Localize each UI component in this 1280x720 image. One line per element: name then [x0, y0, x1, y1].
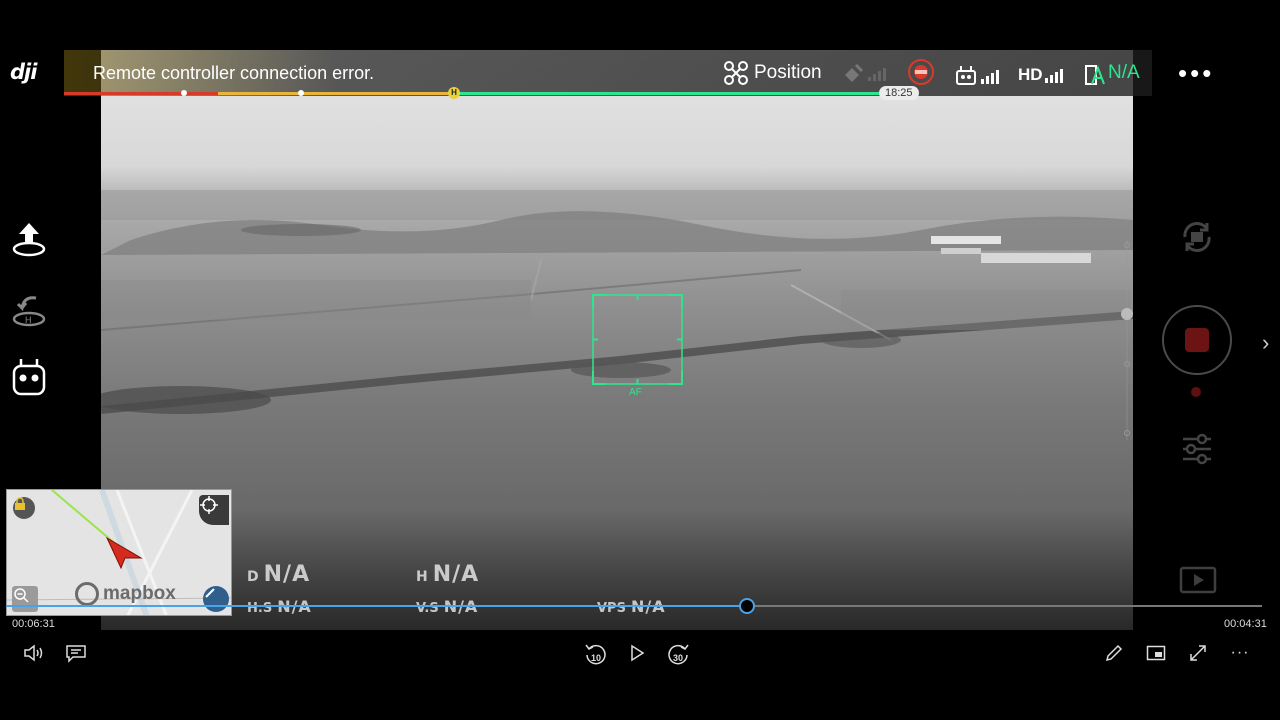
takeoff-button[interactable] [8, 218, 50, 260]
camera-settings-button[interactable] [1176, 428, 1218, 470]
mapbox-logo: mapbox [75, 582, 176, 606]
edit-button[interactable] [1102, 640, 1126, 666]
mapbox-logo-text: mapbox [103, 583, 176, 604]
map-lock-icon[interactable] [13, 497, 35, 519]
battery-critical-segment [64, 92, 218, 95]
dji-logo[interactable]: dji [10, 60, 37, 84]
distance-value: N/A [263, 562, 311, 587]
exposure-scale [1121, 240, 1133, 440]
battery-status[interactable] [1084, 62, 1106, 88]
focus-mode-label: AF [629, 387, 642, 398]
v-speed-label: V.S [416, 601, 439, 616]
current-time: 00:06:31 [12, 618, 55, 630]
hd-signal-icon: HD [1018, 65, 1043, 84]
fullscreen-button[interactable] [1186, 640, 1210, 666]
hd-signal[interactable]: HD [1018, 62, 1065, 88]
return-home-button[interactable]: H [8, 288, 50, 330]
distance-label: D [247, 569, 259, 585]
video-progress-thumb[interactable] [739, 598, 755, 614]
distance-readout: D N/A [247, 562, 310, 587]
mapbox-logo-mark [75, 582, 99, 606]
forward-seconds: 30 [673, 653, 684, 663]
gps-icon [845, 63, 886, 82]
height-label: H [416, 569, 428, 585]
map-center-icon[interactable] [199, 495, 229, 525]
play-icon [631, 644, 645, 662]
vps-label: VPS [597, 601, 626, 616]
gps-signal[interactable] [842, 60, 888, 86]
battery-percentage: N/A [1108, 62, 1140, 83]
rewind-button[interactable]: 10 [582, 640, 608, 666]
rc-signal-icon [956, 66, 999, 85]
takeoff-icon [12, 223, 46, 257]
battery-normal-segment [454, 92, 884, 95]
recording-indicator [1191, 387, 1201, 397]
rewind-seconds: 10 [591, 653, 602, 663]
system-status-message[interactable]: Remote controller connection error. [93, 63, 374, 84]
miniplayer-button[interactable] [1144, 640, 1168, 666]
focus-frame[interactable] [592, 294, 683, 385]
player-more-icon[interactable]: ··· [1228, 640, 1252, 666]
play-button[interactable] [626, 640, 648, 666]
battery-low-segment [218, 92, 454, 95]
playback-button[interactable] [1178, 565, 1218, 595]
battery-level-bar: H [64, 87, 884, 99]
chevron-right-icon[interactable]: › [1262, 330, 1269, 356]
playback-icon [1179, 566, 1217, 594]
flight-mode-label: Position [754, 62, 822, 83]
aircraft-position-icon [105, 536, 143, 570]
settings-sliders-icon [1183, 433, 1211, 465]
return-home-icon: H [12, 296, 46, 327]
height-readout: H N/A [416, 562, 479, 587]
rc-signal[interactable] [956, 62, 1002, 88]
drone-icon [724, 61, 748, 85]
svg-text:H: H [25, 315, 32, 325]
remaining-time: 00:04:31 [1224, 618, 1267, 630]
shutter-icon[interactable] [1162, 305, 1232, 375]
return-home-marker: H [448, 87, 460, 99]
controller-button[interactable] [8, 356, 50, 398]
remaining-flight-time: 18:25 [879, 86, 919, 100]
more-icon[interactable]: ••• [1178, 60, 1214, 86]
battery-critical-marker [181, 90, 187, 96]
obstacle-sensing[interactable] [906, 59, 936, 85]
forward-button[interactable]: 30 [666, 640, 692, 666]
edit-icon [1105, 644, 1123, 662]
height-value: N/A [432, 562, 480, 587]
controller-icon [12, 359, 46, 396]
hd-signal-bars [1044, 69, 1063, 83]
fullscreen-icon [1190, 645, 1206, 661]
camera-switch-button[interactable] [1176, 216, 1218, 258]
volume-button[interactable] [22, 640, 46, 666]
camera-switch-icon [1183, 222, 1211, 252]
video-progress-fill [6, 605, 747, 607]
map-layer-icon[interactable] [203, 586, 229, 612]
obstacle-sensing-icon [908, 59, 934, 85]
volume-icon [24, 644, 43, 662]
subtitles-icon [66, 645, 86, 663]
battery-icon [1085, 65, 1105, 85]
subtitles-button[interactable] [64, 640, 88, 666]
record-stop-square [1185, 328, 1209, 352]
battery-low-marker [298, 90, 304, 96]
flight-mode[interactable]: Position [724, 61, 822, 85]
h-speed-label: H.S [247, 601, 273, 616]
mini-map[interactable]: mapbox [6, 489, 232, 616]
miniplayer-icon [1146, 645, 1166, 661]
map-zoom-icon[interactable] [12, 586, 38, 612]
